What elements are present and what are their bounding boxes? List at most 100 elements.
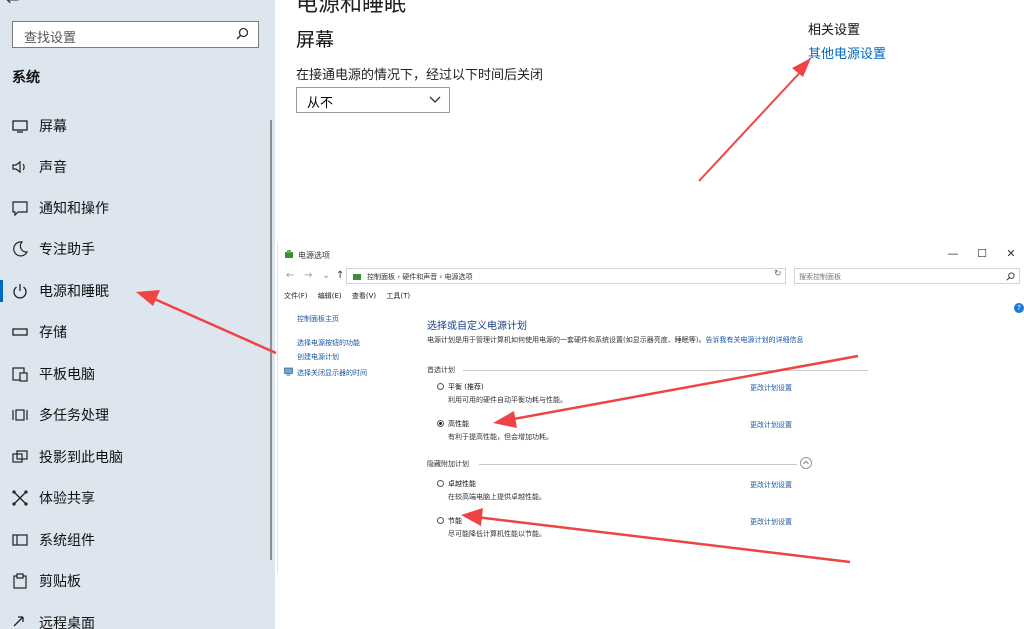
- related-settings-title: 相关设置: [808, 23, 861, 38]
- breadcrumb: 控制面板 › 硬件和声音 › 电源选项: [367, 273, 473, 281]
- change-plan-settings-link[interactable]: 更改计划设置: [750, 480, 792, 490]
- sidebar-item-focus[interactable]: 专注助手: [0, 229, 268, 269]
- sidebar-scrollbar[interactable]: [270, 120, 272, 560]
- sidebar-item-display[interactable]: 屏幕: [0, 106, 268, 146]
- sidebar-item-label: 屏幕: [39, 119, 67, 135]
- sidebar-item-multitasking[interactable]: 多任务处理: [0, 395, 268, 435]
- control-panel-search-input[interactable]: 搜索控制面板: [794, 268, 1020, 284]
- sidebar-item-clipboard[interactable]: 剪贴板: [0, 561, 268, 601]
- menu-bar: 文件(F) 编辑(E) 查看(V) 工具(T): [284, 291, 418, 301]
- up-arrow-icon[interactable]: ↑: [336, 270, 344, 281]
- plan-radio-selected[interactable]: [437, 420, 444, 427]
- back-arrow-icon[interactable]: ←: [6, 0, 19, 9]
- back-arrow-icon[interactable]: ←: [286, 270, 294, 281]
- maximize-button[interactable]: ☐: [975, 247, 989, 261]
- sidebar-item-storage[interactable]: 存储: [0, 312, 268, 352]
- moon-icon: [13, 241, 29, 257]
- minimize-button[interactable]: —: [946, 247, 960, 261]
- section-title: 系统: [12, 70, 40, 86]
- plan-name: 节能: [448, 517, 462, 525]
- screen-off-dropdown[interactable]: 从不: [296, 87, 450, 113]
- sidebar-item-label: 剪贴板: [39, 574, 81, 590]
- change-plan-settings-link[interactable]: 更改计划设置: [750, 420, 792, 430]
- history-chevron-icon[interactable]: ⌄: [322, 270, 330, 281]
- monitor-icon: [284, 367, 293, 376]
- change-plan-settings-link[interactable]: 更改计划设置: [750, 517, 792, 527]
- sidebar-item-sound[interactable]: 声音: [0, 147, 268, 187]
- menu-edit[interactable]: 编辑(E): [318, 292, 342, 300]
- hidden-plans-label: 隐藏附加计划: [427, 460, 469, 468]
- notification-icon: [12, 201, 28, 217]
- clipboard-icon: [13, 573, 27, 589]
- other-power-settings-link[interactable]: 其他电源设置: [808, 43, 886, 62]
- screen-section-title: 屏幕: [296, 29, 335, 51]
- sidebar-item-label: 投影到此电脑: [39, 450, 123, 466]
- sidebar-item-components[interactable]: 系统组件: [0, 520, 268, 560]
- sidebar-item-tablet[interactable]: 平板电脑: [0, 354, 268, 394]
- plan-name: 高性能: [448, 420, 469, 428]
- plan-description: 利用可用的硬件自动平衡功耗与性能。: [448, 396, 567, 404]
- storage-icon: [12, 328, 28, 336]
- navigation-bar: ← → ⌄ ↑ 控制面板 › 硬件和声音 › 电源选项 ↻ 搜索控制面板: [278, 267, 1024, 287]
- sidebar-item-power[interactable]: 电源和睡眠: [0, 271, 268, 311]
- change-plan-settings-link[interactable]: 更改计划设置: [750, 383, 792, 393]
- plan-name: 平衡 (推荐): [448, 383, 484, 391]
- plan-description: 有利于提高性能，但会增加功耗。: [448, 433, 553, 441]
- plan-high-performance[interactable]: 高性能 有利于提高性能，但会增加功耗。 更改计划设置: [437, 418, 997, 446]
- sidebar-item-label: 声音: [39, 160, 67, 176]
- refresh-icon[interactable]: ↻: [774, 269, 782, 279]
- plan-ultimate-performance[interactable]: 卓越性能 在较高端电脑上提供卓越性能。 更改计划设置: [437, 478, 997, 506]
- create-power-plan-link[interactable]: 创建电源计划: [297, 352, 339, 362]
- power-plan-heading: 选择或自定义电源计划: [427, 321, 527, 332]
- arrow-to-other-power-settings: [698, 58, 811, 182]
- help-icon[interactable]: ?: [1014, 303, 1024, 313]
- power-plan-info-link[interactable]: 告诉我有关电源计划的详细信息: [705, 336, 803, 344]
- sidebar-item-project[interactable]: 投影到此电脑: [0, 437, 268, 477]
- plan-power-saver[interactable]: 节能 尽可能降低计算机性能以节能。 更改计划设置: [437, 515, 997, 543]
- sidebar-item-notifications[interactable]: 通知和操作: [0, 188, 268, 228]
- sidebar-item-label: 系统组件: [39, 533, 95, 549]
- close-button[interactable]: ✕: [1004, 247, 1018, 261]
- sidebar-item-label: 体验共享: [39, 491, 95, 507]
- power-plan-intro: 电源计划是用于管理计算机如何使用电源的一套硬件和系统设置(如显示器亮度、睡眠等)…: [427, 336, 804, 344]
- share-icon: [12, 490, 28, 506]
- collapse-icon[interactable]: [800, 457, 812, 469]
- sidebar-item-label: 远程桌面: [39, 616, 95, 629]
- address-bar[interactable]: 控制面板 › 硬件和声音 › 电源选项: [346, 268, 786, 284]
- plan-description: 尽可能降低计算机性能以节能。: [448, 530, 546, 538]
- sidebar-item-remote-desktop[interactable]: 远程桌面: [0, 603, 268, 629]
- power-button-function-link[interactable]: 选择电源按钮的功能: [297, 338, 360, 348]
- power-icon: [13, 284, 27, 299]
- speaker-icon: [12, 160, 25, 174]
- display-off-time-link[interactable]: 选择关闭显示器的时间: [297, 368, 367, 378]
- sidebar-item-shared-experiences[interactable]: 体验共享: [0, 478, 268, 518]
- forward-arrow-icon[interactable]: →: [304, 270, 312, 281]
- plan-name: 卓越性能: [448, 480, 476, 488]
- search-placeholder: 查找设置: [24, 31, 77, 46]
- monitor-icon: [12, 120, 28, 133]
- group-divider: [479, 464, 797, 465]
- chevron-down-icon: [429, 96, 441, 103]
- plan-radio[interactable]: [437, 480, 444, 487]
- page-title: 电源和睡眠: [296, 0, 407, 17]
- menu-tools[interactable]: 工具(T): [386, 292, 410, 300]
- menu-view[interactable]: 查看(V): [352, 292, 376, 300]
- sidebar-item-label: 通知和操作: [39, 201, 109, 217]
- sidebar-item-label: 多任务处理: [39, 408, 109, 424]
- control-panel-home-link[interactable]: 控制面板主页: [297, 314, 339, 324]
- project-icon: [12, 450, 28, 463]
- plan-balanced[interactable]: 平衡 (推荐) 利用可用的硬件自动平衡功耗与性能。 更改计划设置: [437, 381, 997, 409]
- components-icon: [12, 534, 28, 546]
- sidebar-item-label: 存储: [39, 325, 67, 341]
- preferred-plans-label: 首选计划: [427, 366, 455, 374]
- search-icon: [1006, 272, 1015, 281]
- tablet-icon: [12, 367, 28, 382]
- menu-file[interactable]: 文件(F): [284, 292, 308, 300]
- search-icon: [236, 27, 249, 40]
- plan-description: 在较高端电脑上提供卓越性能。: [448, 493, 546, 501]
- search-input[interactable]: 查找设置: [12, 21, 259, 48]
- plan-radio[interactable]: [437, 383, 444, 390]
- plan-radio[interactable]: [437, 517, 444, 524]
- search-placeholder: 搜索控制面板: [799, 273, 841, 281]
- sidebar-item-label: 平板电脑: [39, 367, 95, 383]
